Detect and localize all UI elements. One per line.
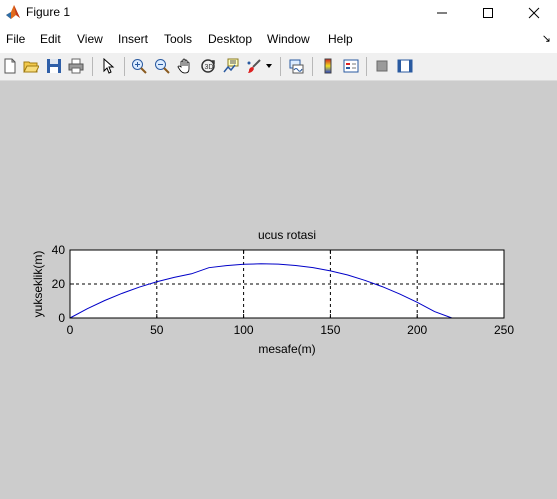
data-cursor-icon — [223, 58, 239, 73]
insert-colorbar-icon — [324, 58, 332, 74]
print-button[interactable] — [66, 56, 86, 76]
menu-edit[interactable]: Edit — [40, 32, 61, 46]
new-figure-icon — [4, 58, 16, 74]
matlab-logo-icon — [6, 5, 20, 19]
print-icon — [68, 58, 84, 74]
rotate-3d-button[interactable]: 3D — [198, 56, 218, 76]
menu-insert[interactable]: Insert — [118, 32, 148, 46]
open-file-button[interactable] — [21, 56, 41, 76]
svg-text:3D: 3D — [205, 64, 214, 71]
pan-hand-icon — [177, 58, 190, 74]
y-tick-label: 0 — [58, 311, 65, 325]
save-button[interactable] — [44, 56, 64, 76]
menu-window[interactable]: Window — [267, 32, 310, 46]
menu-desktop[interactable]: Desktop — [208, 32, 252, 46]
minimize-icon — [437, 12, 447, 14]
dock-arrow-icon[interactable]: ↘ — [542, 32, 551, 45]
brush-button[interactable] — [244, 56, 264, 76]
window-title: Figure 1 — [26, 5, 71, 19]
brush-dropdown-button[interactable] — [264, 56, 274, 76]
figure-toolbar: 3D — [0, 53, 557, 81]
zoom-in-button[interactable] — [129, 56, 149, 76]
show-plot-tools-icon — [397, 59, 413, 73]
zoom-out-icon — [155, 59, 170, 74]
menu-file[interactable]: File — [6, 32, 25, 46]
toolbar-separator — [280, 57, 281, 76]
brush-icon — [247, 59, 261, 73]
minimize-button[interactable] — [419, 0, 465, 26]
x-tick-label: 150 — [320, 323, 340, 337]
y-tick-label: 40 — [52, 243, 66, 257]
hide-plot-tools-button[interactable] — [372, 56, 392, 76]
figure-canvas: 0 50 100 150 200 250 0 20 40 ucus rotasi mesafe… — [0, 81, 557, 499]
close-icon — [528, 7, 540, 19]
y-tick-label: 20 — [52, 277, 66, 291]
brush-dropdown-icon — [266, 64, 272, 68]
rotate-3d-icon: 3D — [201, 59, 215, 73]
zoom-out-button[interactable] — [152, 56, 172, 76]
menu-bar: File Edit View Insert Tools Desktop Wind… — [0, 26, 557, 53]
close-button[interactable] — [511, 0, 557, 26]
show-plot-tools-button[interactable] — [395, 56, 415, 76]
hide-plot-tools-icon — [376, 60, 388, 72]
x-tick-label: 50 — [150, 323, 164, 337]
y-axis-label: yukseklik(m) — [31, 251, 45, 318]
insert-legend-button[interactable] — [341, 56, 361, 76]
toolbar-separator — [312, 57, 313, 76]
new-figure-button[interactable] — [0, 56, 20, 76]
x-tick-label: 250 — [494, 323, 514, 337]
title-bar: Figure 1 — [0, 0, 557, 26]
chart-title: ucus rotasi — [258, 228, 316, 242]
x-tick-label: 200 — [407, 323, 427, 337]
toolbar-separator — [124, 57, 125, 76]
x-tick-label: 0 — [67, 323, 74, 337]
toolbar-separator — [92, 57, 93, 76]
pan-button[interactable] — [175, 56, 195, 76]
menu-tools[interactable]: Tools — [164, 32, 192, 46]
insert-legend-icon — [343, 59, 359, 73]
edit-plot-arrow-icon — [103, 58, 115, 74]
x-tick-label: 100 — [234, 323, 254, 337]
data-cursor-button[interactable] — [221, 56, 241, 76]
link-plot-icon — [289, 59, 304, 74]
edit-plot-button[interactable] — [98, 56, 118, 76]
y-tick-labels: 0 20 40 — [52, 243, 66, 325]
link-plot-button[interactable] — [286, 56, 306, 76]
maximize-button[interactable] — [465, 0, 511, 26]
toolbar-separator — [366, 57, 367, 76]
x-axis-label: mesafe(m) — [258, 342, 315, 356]
plot-svg[interactable]: 0 50 100 150 200 250 0 20 40 ucus rotasi mesafe… — [0, 81, 557, 499]
zoom-in-icon — [132, 59, 147, 74]
menu-help[interactable]: Help — [328, 32, 353, 46]
x-tick-labels: 0 50 100 150 200 250 — [67, 323, 515, 337]
menu-view[interactable]: View — [77, 32, 103, 46]
open-file-icon — [23, 61, 39, 73]
insert-colorbar-button[interactable] — [318, 56, 338, 76]
maximize-icon — [483, 8, 493, 18]
save-icon — [47, 59, 61, 73]
